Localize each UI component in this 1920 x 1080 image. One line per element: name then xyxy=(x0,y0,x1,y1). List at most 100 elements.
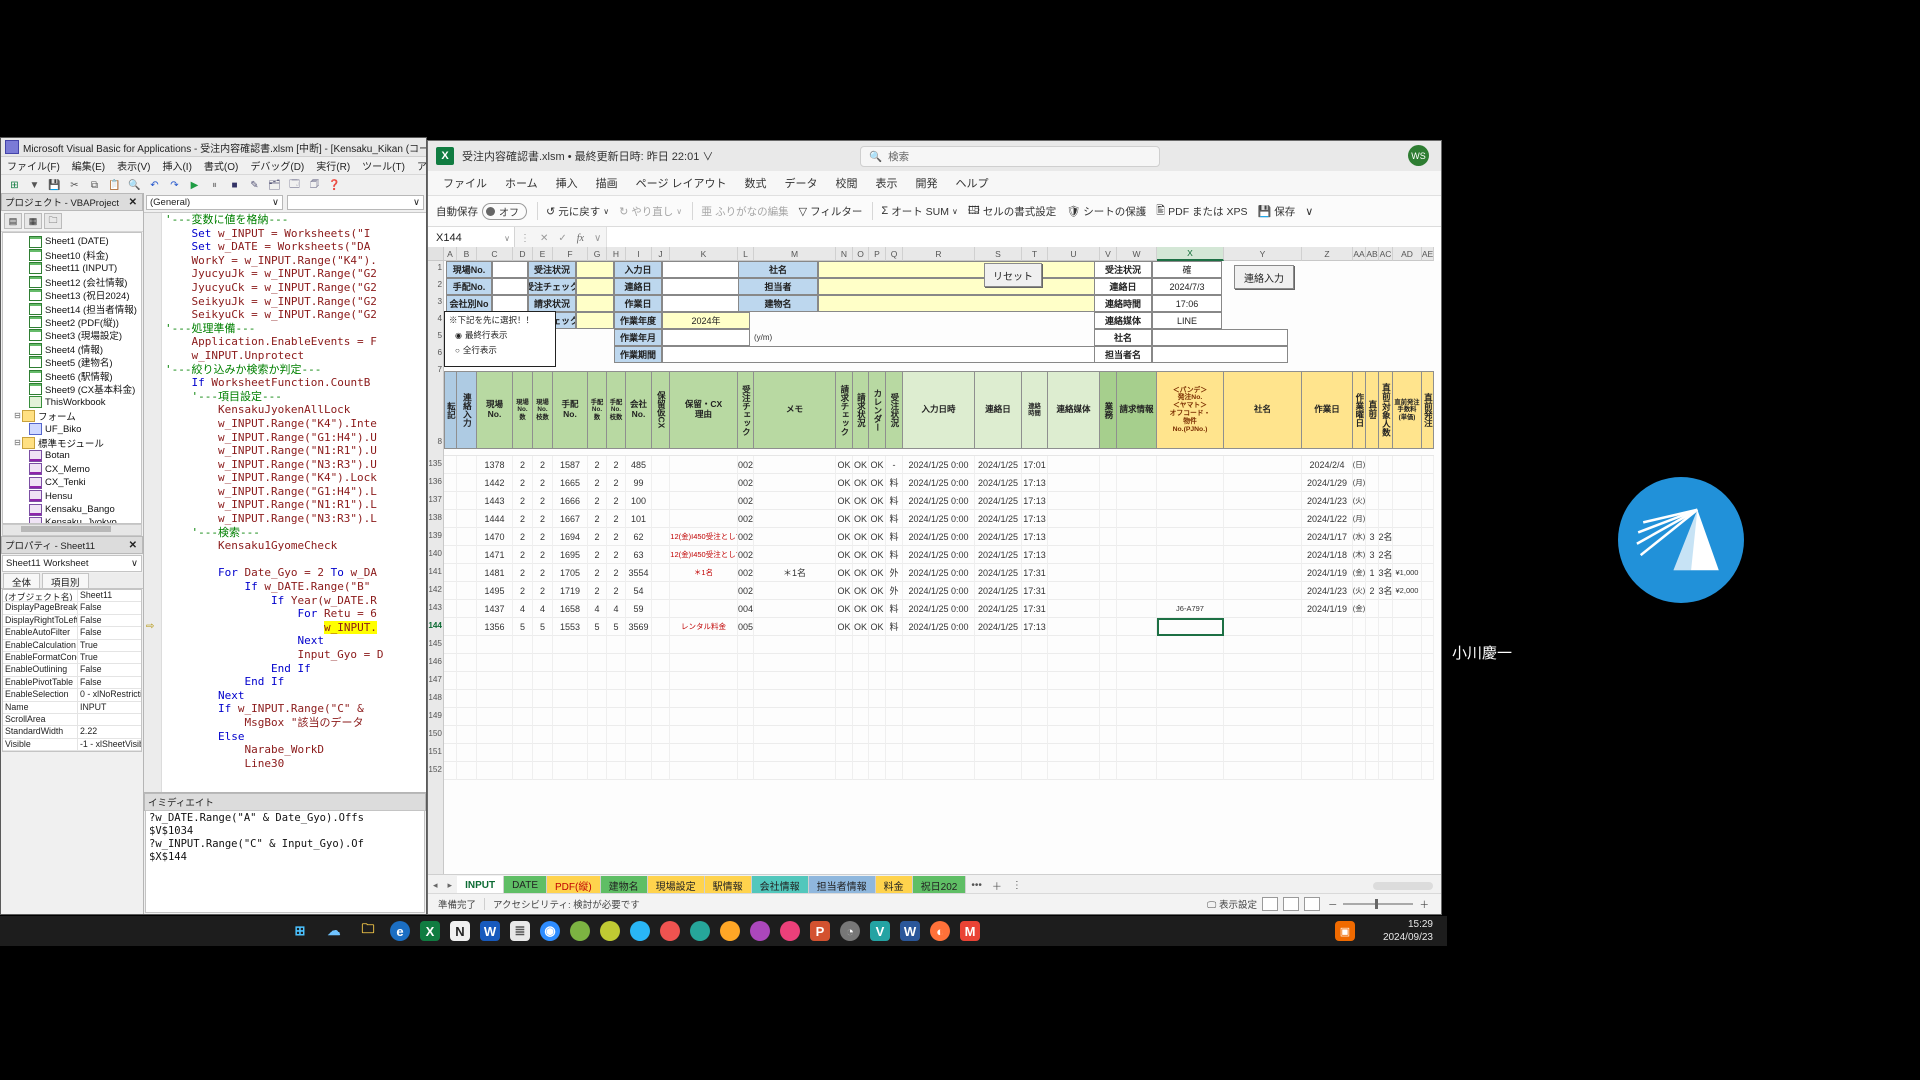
qat-protect-sheet[interactable]: 🛡シートの保護 xyxy=(1066,204,1146,219)
tray-app-icon[interactable]: ▣ xyxy=(1335,921,1355,941)
property-row[interactable]: EnableFormatConditioTrue xyxy=(3,652,141,664)
cell-AD148[interactable] xyxy=(1393,690,1422,708)
cell-A135[interactable] xyxy=(444,456,457,474)
cell-AB151[interactable] xyxy=(1366,744,1379,762)
row-header-2[interactable]: 2 xyxy=(428,280,442,289)
property-row[interactable]: EnableOutliningFalse xyxy=(3,664,141,676)
row-header-8[interactable]: 8 xyxy=(428,437,442,446)
qat-cell-format[interactable]: 🖽セルの書式設定 xyxy=(968,202,1056,221)
project-tree-item[interactable]: Sheet10 (料金) xyxy=(3,248,141,261)
vba-menu-item[interactable]: ファイル(F) xyxy=(1,158,66,173)
cell-S150[interactable] xyxy=(975,726,1022,744)
cell-N143[interactable]: OK xyxy=(836,600,853,618)
project-tree-item[interactable]: Sheet1 (DATE) xyxy=(3,235,141,248)
select-all-corner[interactable] xyxy=(428,247,444,261)
cell-AB136[interactable] xyxy=(1366,474,1379,492)
profile-icon-2[interactable] xyxy=(600,921,620,941)
code-text[interactable]: '---変数に値を格納--- Set w_INPUT = Worksheets(… xyxy=(162,213,426,792)
cell-M147[interactable] xyxy=(754,672,836,690)
cell-S147[interactable] xyxy=(975,672,1022,690)
cell-S148[interactable] xyxy=(975,690,1022,708)
cell-I138[interactable]: 101 xyxy=(626,510,652,528)
cell-L137[interactable]: 002 xyxy=(738,492,754,510)
cell-D139[interactable]: 2 xyxy=(513,528,533,546)
cell-O142[interactable]: OK xyxy=(853,582,869,600)
cell-G135[interactable]: 2 xyxy=(588,456,607,474)
cell-Y141[interactable] xyxy=(1224,564,1302,582)
cell-Y151[interactable] xyxy=(1224,744,1302,762)
cell-U143[interactable] xyxy=(1048,600,1100,618)
cell-AB140[interactable]: 3 xyxy=(1366,546,1379,564)
cell-C145[interactable] xyxy=(477,636,513,654)
project-tree-item[interactable]: Sheet3 (現場設定) xyxy=(3,329,141,342)
cell-N152[interactable] xyxy=(836,762,853,780)
cell-L139[interactable]: 002 xyxy=(738,528,754,546)
cell-L149[interactable] xyxy=(738,708,754,726)
field-work-month[interactable] xyxy=(662,329,750,346)
cell-A138[interactable] xyxy=(444,510,457,528)
code-area[interactable]: ⇨ '---変数に値を格納--- Set w_INPUT = Worksheet… xyxy=(144,213,426,792)
cell-G147[interactable] xyxy=(588,672,607,690)
property-value[interactable]: False xyxy=(78,615,141,626)
cell-O150[interactable] xyxy=(853,726,869,744)
cell-R146[interactable] xyxy=(903,654,975,672)
cell-J152[interactable] xyxy=(652,762,670,780)
cell-W137[interactable] xyxy=(1117,492,1157,510)
cell-U146[interactable] xyxy=(1048,654,1100,672)
cell-Y142[interactable] xyxy=(1224,582,1302,600)
cell-I149[interactable] xyxy=(626,708,652,726)
cell-R148[interactable] xyxy=(903,690,975,708)
cell-K144[interactable]: レンタル料金 xyxy=(670,618,738,636)
user-avatar[interactable]: WS xyxy=(1408,145,1429,166)
cell-X138[interactable] xyxy=(1157,510,1224,528)
cell-W139[interactable] xyxy=(1117,528,1157,546)
immediate-content[interactable]: ?w_DATE.Range("A" & Date_Gyo).Offs$V$103… xyxy=(145,810,425,913)
notepad-icon[interactable]: ≣ xyxy=(510,921,530,941)
cell-M148[interactable] xyxy=(754,690,836,708)
cell-AE140[interactable] xyxy=(1422,546,1434,564)
cell-W147[interactable] xyxy=(1117,672,1157,690)
cell-H144[interactable]: 5 xyxy=(607,618,626,636)
cell-V138[interactable] xyxy=(1100,510,1117,528)
row-header-147[interactable]: 147 xyxy=(428,675,442,684)
ribbon-tab[interactable]: 描画 xyxy=(587,172,627,194)
row-header-140[interactable]: 140 xyxy=(428,549,442,558)
menu-dots-icon[interactable]: ⋮ xyxy=(515,233,535,244)
cell-J147[interactable] xyxy=(652,672,670,690)
accessibility-status[interactable]: アクセシビリティ: 検討が必要です xyxy=(493,897,640,911)
powerpoint-icon[interactable]: P xyxy=(810,921,830,941)
qat-autosave[interactable]: 自動保存オフ xyxy=(436,203,527,220)
cell-I145[interactable] xyxy=(626,636,652,654)
project-tree-item[interactable]: Sheet11 (INPUT) xyxy=(3,262,141,275)
taskbar-clock[interactable]: 15:29 2024/09/23 xyxy=(1383,918,1433,944)
save-icon[interactable]: 💾 xyxy=(45,177,64,194)
cell-AE139[interactable] xyxy=(1422,528,1434,546)
profile-icon-1[interactable] xyxy=(570,921,590,941)
cell-V149[interactable] xyxy=(1100,708,1117,726)
cell-W141[interactable] xyxy=(1117,564,1157,582)
cell-J143[interactable] xyxy=(652,600,670,618)
cell-N147[interactable] xyxy=(836,672,853,690)
cell-H137[interactable]: 2 xyxy=(607,492,626,510)
row-header-144[interactable]: 144 xyxy=(428,621,442,630)
cell-T139[interactable]: 17:13 xyxy=(1022,528,1048,546)
cell-Q139[interactable]: 料 xyxy=(886,528,903,546)
ribbon-tab[interactable]: ファイル xyxy=(434,172,496,194)
cell-G148[interactable] xyxy=(588,690,607,708)
cell-T136[interactable]: 17:13 xyxy=(1022,474,1048,492)
cell-Y143[interactable] xyxy=(1224,600,1302,618)
cell-AB137[interactable] xyxy=(1366,492,1379,510)
field-kaisha-no[interactable] xyxy=(492,295,528,312)
cell-X141[interactable] xyxy=(1157,564,1224,582)
table-header-A[interactable]: 転記 xyxy=(444,371,457,449)
property-value[interactable] xyxy=(78,714,141,725)
cell-F140[interactable]: 1695 xyxy=(553,546,588,564)
table-header-AB[interactable]: 直前I xyxy=(1366,371,1379,449)
table-header-AD[interactable]: 直前発注 手数料 (単価) xyxy=(1393,371,1422,449)
project-tree-item[interactable]: Sheet9 (CX基本料金) xyxy=(3,382,141,395)
cell-V136[interactable] xyxy=(1100,474,1117,492)
formula-input[interactable] xyxy=(606,227,1441,249)
cell-K140[interactable]: 1/12(金)I450受注として xyxy=(670,546,738,564)
qat-autosum[interactable]: Σオート SUM∨ xyxy=(881,204,957,219)
cell-H152[interactable] xyxy=(607,762,626,780)
